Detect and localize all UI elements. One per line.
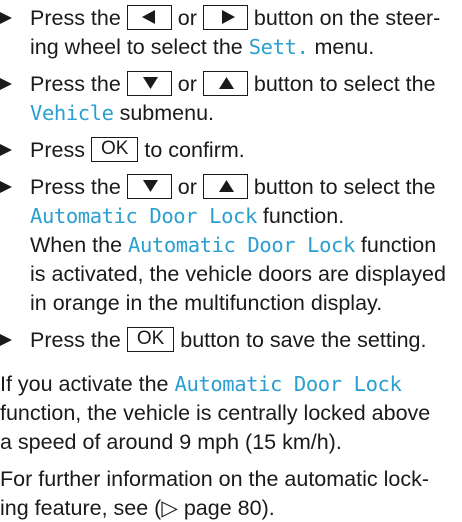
left-arrow-button-icon: [126, 4, 172, 30]
down-arrow-button-icon: [126, 70, 172, 96]
ok-button-label: OK: [126, 326, 175, 352]
menu-name-sett: Sett.: [248, 35, 309, 59]
paragraph-1-line-3: a speed of around 9 mph (15 km/h).: [0, 430, 342, 454]
paragraph-2-line-1: For further information on the automatic…: [0, 467, 429, 491]
ok-button-label: OK: [90, 136, 139, 162]
step-1-line-2: ing wheel to select the Sett. menu.: [30, 35, 375, 59]
step-4-line-5: in orange in the multifunction display.: [30, 291, 383, 315]
triangle-right-bullet-icon: [0, 12, 12, 24]
paragraph-2-line-2: ing feature, see (▷ page 80).: [0, 496, 275, 520]
step-4-line-4: is activated, the vehicle doors are disp…: [30, 262, 446, 286]
paragraph-1-line-2: function, the vehicle is centrally locke…: [0, 401, 431, 425]
step-5-line-1: Press the OK button to save the setting.: [0, 326, 426, 354]
triangle-right-bullet-icon: [0, 181, 12, 193]
step-1-line-1: Press the or button on the steer-: [0, 4, 440, 32]
step-2-line-2: Vehicle submenu.: [30, 101, 215, 125]
step-2-line-1: Press the or button to select the: [0, 70, 436, 98]
function-name-automatic-door-lock: Automatic Door Lock: [174, 372, 402, 396]
down-arrow-button-icon: [126, 173, 172, 199]
step-4-line-3: When the Automatic Door Lock function: [30, 233, 437, 257]
instruction-page: Press the or button on the steer- ing wh…: [0, 0, 462, 520]
submenu-name-vehicle: Vehicle: [30, 101, 114, 125]
step-4-line-2: Automatic Door Lock function.: [30, 204, 345, 228]
up-arrow-button-icon: [202, 173, 248, 199]
triangle-right-bullet-icon: [0, 144, 12, 156]
triangle-right-bullet-icon: [0, 334, 12, 346]
triangle-right-bullet-icon: [0, 78, 12, 90]
function-name-automatic-door-lock: Automatic Door Lock: [30, 204, 257, 228]
right-arrow-button-icon: [202, 4, 248, 30]
step-4-line-1: Press the or button to select the: [0, 173, 436, 201]
paragraph-1-line-1: If you activate the Automatic Door Lock: [0, 372, 402, 396]
up-arrow-button-icon: [202, 70, 248, 96]
function-name-automatic-door-lock: Automatic Door Lock: [128, 233, 355, 257]
step-3-line-1: Press OK to confirm.: [0, 136, 245, 164]
